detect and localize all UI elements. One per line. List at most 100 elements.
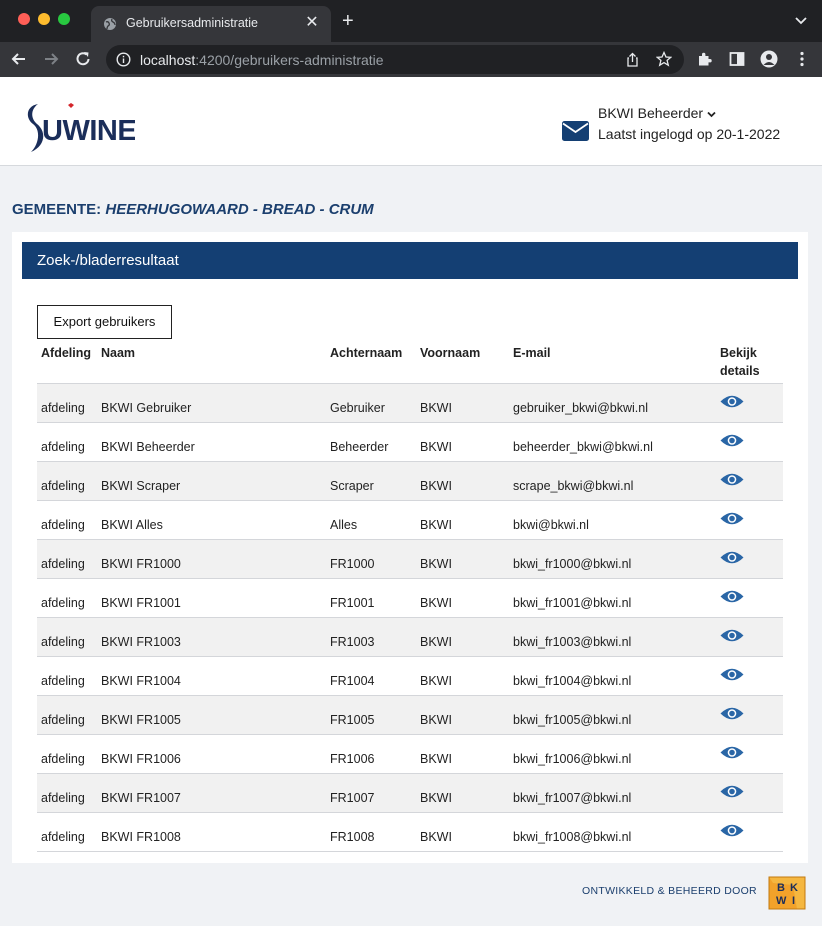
address-bar[interactable]: localhost:4200/gebruikers-administratie [106, 45, 684, 74]
view-details-eye-icon[interactable] [720, 511, 744, 526]
page-content: UWINET BKWI Beheerder Laatst ingelogd op… [0, 77, 822, 926]
cell-afdeling: afdeling [41, 791, 85, 805]
cell-email: bkwi@bkwi.nl [513, 518, 589, 532]
maximize-window-button[interactable] [58, 13, 70, 25]
table-row: afdeling BKWI FR1005 FR1005 BKWI bkwi_fr1005… [37, 696, 783, 735]
cell-voornaam: BKWI [420, 674, 452, 688]
browser-tab-strip: Gebruikersadministratie ✕ + [0, 0, 822, 42]
cell-email: bkwi_fr1005@bkwi.nl [513, 713, 632, 727]
cell-naam: BKWI FR1007 [101, 791, 181, 805]
view-details-eye-icon[interactable] [720, 433, 744, 448]
view-details-eye-icon[interactable] [720, 394, 744, 409]
cell-naam: BKWI FR1001 [101, 596, 181, 610]
table-row: afdeling BKWI FR1007 FR1007 BKWI bkwi_fr1007… [37, 774, 783, 813]
share-icon[interactable] [625, 52, 640, 67]
view-details-eye-icon[interactable] [720, 706, 744, 721]
profile-avatar-icon[interactable] [760, 50, 778, 68]
cell-voornaam: BKWI [420, 752, 452, 766]
column-header-naam[interactable]: Naam [101, 344, 135, 362]
minimize-window-button[interactable] [38, 13, 50, 25]
tab-close-button[interactable]: ✕ [303, 14, 321, 32]
browser-tab-active[interactable]: Gebruikersadministratie ✕ [91, 6, 331, 42]
logo-text: UWINET [42, 115, 135, 147]
cell-email: scrape_bkwi@bkwi.nl [513, 479, 634, 493]
close-window-button[interactable] [18, 13, 30, 25]
tab-title: Gebruikersadministratie [126, 16, 258, 30]
column-header-afdeling[interactable]: Afdeling [41, 344, 91, 362]
cell-email: bkwi_fr1003@bkwi.nl [513, 635, 632, 649]
cell-voornaam: BKWI [420, 791, 452, 805]
column-header-email[interactable]: E-mail [513, 344, 551, 362]
view-details-eye-icon[interactable] [720, 550, 744, 565]
column-header-voornaam[interactable]: Voornaam [420, 344, 480, 362]
cell-achternaam: FR1001 [330, 596, 375, 610]
cell-naam: BKWI FR1004 [101, 674, 181, 688]
view-details-eye-icon[interactable] [720, 823, 744, 838]
suwinet-logo[interactable]: UWINET [25, 102, 135, 154]
export-users-button[interactable]: Export gebruikers [37, 305, 172, 339]
cell-achternaam: FR1008 [330, 830, 375, 844]
info-icon[interactable] [116, 52, 131, 67]
reload-icon[interactable] [73, 49, 93, 69]
table-header: Afdeling Naam Achternaam Voornaam E-mail… [37, 344, 783, 384]
cell-voornaam: BKWI [420, 830, 452, 844]
cell-achternaam: FR1006 [330, 752, 375, 766]
cell-afdeling: afdeling [41, 713, 85, 727]
cell-naam: BKWI FR1000 [101, 557, 181, 571]
kebab-menu-icon[interactable] [793, 50, 811, 68]
cell-afdeling: afdeling [41, 440, 85, 454]
side-panel-icon[interactable] [728, 50, 746, 68]
table-row: afdeling BKWI FR1000 FR1000 BKWI bkwi_fr1000… [37, 540, 783, 579]
cell-email: bkwi_fr1000@bkwi.nl [513, 557, 632, 571]
chevron-down-icon[interactable] [794, 13, 808, 27]
cell-naam: BKWI FR1008 [101, 830, 181, 844]
cell-naam: BKWI Scraper [101, 479, 181, 493]
extensions-puzzle-icon[interactable] [696, 50, 714, 68]
cell-afdeling: afdeling [41, 401, 85, 415]
view-details-eye-icon[interactable] [720, 628, 744, 643]
cell-afdeling: afdeling [41, 479, 85, 493]
cell-voornaam: BKWI [420, 518, 452, 532]
cell-achternaam: FR1005 [330, 713, 375, 727]
bookmark-star-icon[interactable] [656, 51, 672, 67]
bkwi-logo-k: K [790, 882, 798, 894]
view-details-eye-icon[interactable] [720, 667, 744, 682]
cell-voornaam: BKWI [420, 479, 452, 493]
cell-voornaam: BKWI [420, 401, 452, 415]
table-row: afdeling BKWI FR1006 FR1006 BKWI bkwi_fr1006… [37, 735, 783, 774]
cell-achternaam: Gebruiker [330, 401, 385, 415]
view-details-eye-icon[interactable] [720, 589, 744, 604]
cell-afdeling: afdeling [41, 674, 85, 688]
view-details-eye-icon[interactable] [720, 472, 744, 487]
url-text: localhost:4200/gebruikers-administratie [140, 52, 384, 68]
gemeente-label: GEMEENTE: [12, 201, 102, 218]
cell-achternaam: FR1007 [330, 791, 375, 805]
column-header-details: Bekijk details [720, 346, 760, 378]
cell-email: bkwi_fr1004@bkwi.nl [513, 674, 632, 688]
forward-arrow-icon[interactable] [41, 49, 61, 69]
cell-voornaam: BKWI [420, 713, 452, 727]
user-menu-dropdown[interactable]: BKWI Beheerder [598, 105, 716, 121]
back-arrow-icon[interactable] [9, 49, 29, 69]
view-details-eye-icon[interactable] [720, 784, 744, 799]
table-row: afdeling BKWI Alles Alles BKWI bkwi@bkwi.nl [37, 501, 783, 540]
cell-naam: BKWI FR1006 [101, 752, 181, 766]
new-tab-button[interactable]: + [342, 10, 354, 32]
url-path: :4200/gebruikers-administratie [195, 52, 384, 68]
page-title: GEMEENTE: HEERHUGOWAARD - BREAD - CRUM [12, 201, 374, 218]
cell-naam: BKWI Beheerder [101, 440, 195, 454]
cell-achternaam: Scraper [330, 479, 374, 493]
cell-afdeling: afdeling [41, 518, 85, 532]
table-row: afdeling BKWI FR1004 FR1004 BKWI bkwi_fr1004… [37, 657, 783, 696]
cell-afdeling: afdeling [41, 596, 85, 610]
cell-achternaam: Beheerder [330, 440, 389, 454]
envelope-icon[interactable] [562, 121, 589, 141]
cell-naam: BKWI Alles [101, 518, 163, 532]
column-header-achternaam[interactable]: Achternaam [330, 344, 402, 362]
view-details-eye-icon[interactable] [720, 745, 744, 760]
bkwi-logo[interactable]: B K W I [767, 875, 807, 911]
table-row: afdeling BKWI Gebruiker Gebruiker BKWI gebru… [37, 384, 783, 423]
cell-email: gebruiker_bkwi@bkwi.nl [513, 401, 648, 415]
cell-achternaam: FR1000 [330, 557, 375, 571]
chevron-down-icon [707, 111, 716, 118]
